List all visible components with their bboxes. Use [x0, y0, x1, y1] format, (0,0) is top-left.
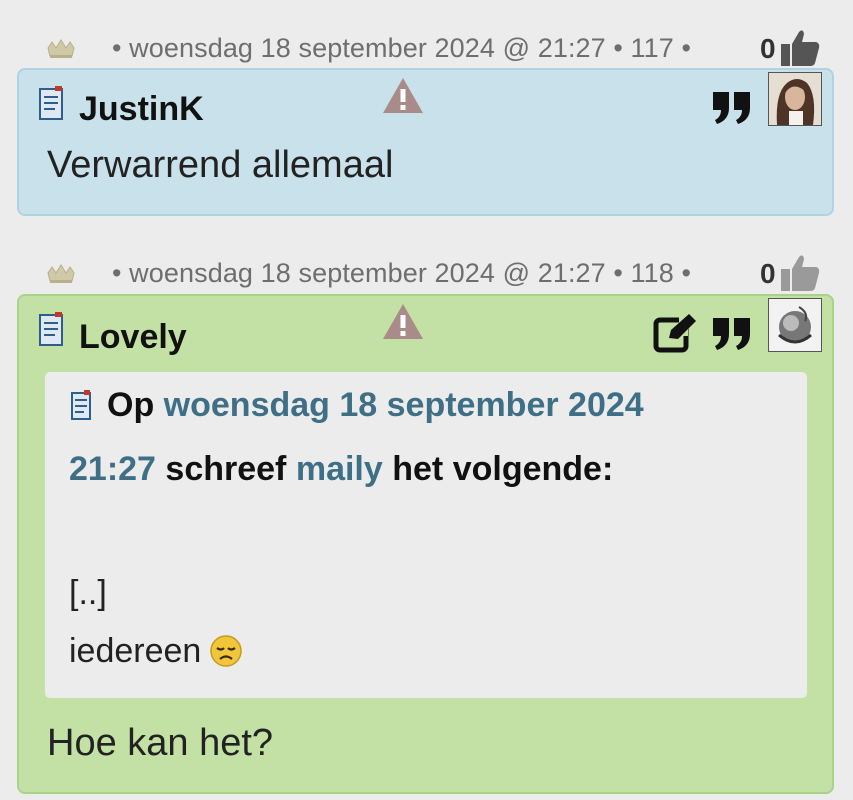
- thumbs-up-icon[interactable]: [779, 253, 821, 293]
- quote-icon[interactable]: [711, 90, 753, 126]
- quote-wrote: schreef: [165, 450, 287, 488]
- forum-post: JustinK Verwarrend allemaal: [17, 68, 834, 216]
- post-meta: • woensdag 18 september 2024 @ 21:27 • 1…: [0, 28, 853, 68]
- avatar[interactable]: [768, 72, 822, 126]
- note-icon: [39, 312, 63, 346]
- post-body: Verwarrend allemaal: [47, 144, 394, 186]
- stars-icon: [47, 264, 75, 283]
- note-icon: [71, 390, 91, 420]
- post-author[interactable]: Lovely: [79, 318, 187, 357]
- like-count: 0: [760, 258, 776, 289]
- quote-text-line: iedereen: [69, 632, 243, 671]
- edit-icon[interactable]: [653, 312, 699, 354]
- quote-time-link[interactable]: 21:27: [69, 450, 156, 488]
- quote-header-line2: 21:27 schreef maily het volgende:: [69, 450, 613, 489]
- like-count: 0: [760, 33, 776, 64]
- quote-text: [..]: [69, 574, 107, 612]
- disappointed-emoji-icon: [210, 635, 243, 667]
- note-icon: [39, 86, 63, 120]
- warning-icon[interactable]: [381, 76, 425, 116]
- quoted-user-link[interactable]: maily: [296, 450, 383, 488]
- avatar[interactable]: [768, 298, 822, 352]
- quote-suffix: het volgende:: [392, 450, 614, 488]
- post-date: • woensdag 18 september 2024 @ 21:27 • 1…: [112, 33, 692, 63]
- stars-icon: [47, 39, 75, 58]
- quote-text: iedereen: [69, 632, 202, 670]
- post-date: • woensdag 18 september 2024 @ 21:27 • 1…: [112, 258, 692, 288]
- post-meta: • woensdag 18 september 2024 @ 21:27 • 1…: [0, 253, 853, 293]
- quote-prefix: Op: [107, 386, 155, 424]
- warning-icon[interactable]: [381, 302, 425, 342]
- quoted-message: Op woensdag 18 september 2024 21:27 schr…: [45, 372, 807, 698]
- thumbs-up-icon[interactable]: [779, 28, 821, 68]
- quote-icon[interactable]: [711, 316, 753, 352]
- forum-post: Lovely Op woensdag 18 september 2024 21:…: [17, 294, 834, 794]
- post-body: Hoe kan het?: [47, 722, 274, 764]
- post-author[interactable]: JustinK: [79, 90, 204, 129]
- quote-header: Op woensdag 18 september 2024: [107, 386, 644, 425]
- quote-date-link[interactable]: woensdag 18 september 2024: [164, 386, 644, 424]
